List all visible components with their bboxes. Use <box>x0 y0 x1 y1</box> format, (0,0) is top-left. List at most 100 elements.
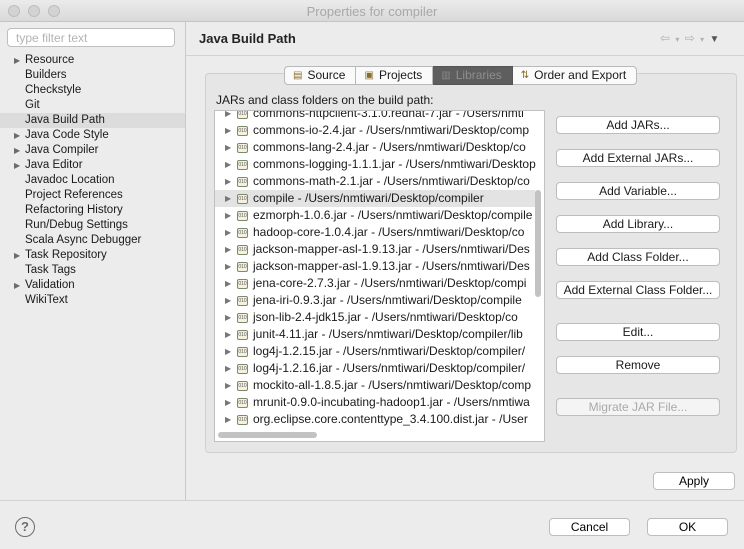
expand-arrow-icon[interactable]: ▶ <box>225 241 231 258</box>
ok-button[interactable]: OK <box>647 518 728 536</box>
tab-label: Projects <box>378 68 423 82</box>
view-menu-icon[interactable]: ▼ <box>710 34 721 45</box>
jar-path-label: junit-4.11.jar - /Users/nmtiwari/Desktop… <box>253 327 523 341</box>
expand-arrow-icon[interactable]: ▶ <box>225 275 231 292</box>
pane-divider[interactable] <box>185 22 186 500</box>
tab-label: Libraries <box>455 68 502 82</box>
cancel-button[interactable]: Cancel <box>549 518 630 536</box>
expand-arrow-icon[interactable]: ▶ <box>225 139 231 156</box>
forward-dropdown-icon[interactable]: ▾ <box>700 35 705 44</box>
tree-item-refactoring-history[interactable]: Refactoring History <box>0 203 186 218</box>
help-icon[interactable]: ? <box>15 517 35 537</box>
forward-arrow-icon[interactable]: ⇨ <box>685 31 696 45</box>
jar-list-item[interactable]: ▶ 010 mockito-all-1.8.5.jar - /Users/nmtiw… <box>215 377 535 394</box>
jar-list-item[interactable]: ▶ 010 mrunit-0.9.0-incubating-hadoop1.jar … <box>215 394 535 411</box>
jar-list-item[interactable]: ▶ 010 log4j-1.2.15.jar - /Users/nmtiwari/D… <box>215 343 535 360</box>
tree-item-label: Checkstyle <box>25 84 82 96</box>
tree-item-resource[interactable]: ▶ Resource <box>0 53 186 68</box>
expand-arrow-icon[interactable]: ▶ <box>225 292 231 309</box>
jar-list-item[interactable]: ▶ 010 jena-core-2.7.3.jar - /Users/nmtiwar… <box>215 275 535 292</box>
filter-input[interactable] <box>7 28 175 47</box>
jar-path-label: org.eclipse.core.contenttype_3.4.100.dis… <box>253 412 528 426</box>
tree-item-run-debug-settings[interactable]: Run/Debug Settings <box>0 218 186 233</box>
add-external-class-folder-button[interactable]: Add External Class Folder... <box>556 281 720 299</box>
expand-arrow-icon[interactable]: ▶ <box>225 111 231 122</box>
vertical-scrollbar[interactable] <box>535 190 541 297</box>
back-dropdown-icon[interactable]: ▾ <box>675 35 680 44</box>
jar-list-item[interactable]: ▶ 010 commons-math-2.1.jar - /Users/nmtiwa… <box>215 173 535 190</box>
jar-list-item[interactable]: ▶ 010 commons-logging-1.1.1.jar - /Users/n… <box>215 156 536 173</box>
jar-list-item[interactable]: ▶ 010 json-lib-2.4-jdk15.jar - /Users/nmti… <box>215 309 535 326</box>
tree-item-scala-async-debugger[interactable]: Scala Async Debugger <box>0 233 186 248</box>
expand-arrow-icon[interactable]: ▶ <box>225 377 231 394</box>
tab-source[interactable]: ▤ Source <box>284 66 357 85</box>
expand-arrow-icon[interactable]: ▶ <box>225 258 231 275</box>
jar-list-item[interactable]: ▶ 010 compile - /Users/nmtiwari/Desktop/co… <box>215 190 535 207</box>
expand-arrow-icon[interactable]: ▶ <box>225 156 231 173</box>
tree-item-label: Builders <box>25 69 67 81</box>
expand-arrow-icon[interactable]: ▶ <box>14 278 20 293</box>
tab-libraries[interactable]: ▥ Libraries <box>433 66 513 85</box>
edit-button[interactable]: Edit... <box>556 323 720 341</box>
apply-button[interactable]: Apply <box>653 472 735 490</box>
tree-item-javadoc-location[interactable]: Javadoc Location <box>0 173 186 188</box>
add-variable-button[interactable]: Add Variable... <box>556 182 720 200</box>
jar-list-item[interactable]: ▶ 010 jackson-mapper-asl-1.9.13.jar - /Use… <box>215 258 535 275</box>
tree-item-project-references[interactable]: Project References <box>0 188 186 203</box>
expand-arrow-icon[interactable]: ▶ <box>225 173 231 190</box>
tree-item-builders[interactable]: Builders <box>0 68 186 83</box>
back-arrow-icon[interactable]: ⇦ <box>660 31 671 45</box>
add-library-button[interactable]: Add Library... <box>556 215 720 233</box>
history-nav: ⇦ ▾ ⇨ ▾ ▼ <box>660 31 720 45</box>
tree-item-task-tags[interactable]: Task Tags <box>0 263 186 278</box>
header-separator <box>186 55 744 56</box>
tree-item-java-editor[interactable]: ▶ Java Editor <box>0 158 186 173</box>
migrate-jar-button[interactable]: Migrate JAR File... <box>556 398 720 416</box>
tree-item-java-code-style[interactable]: ▶ Java Code Style <box>0 128 186 143</box>
jar-list-item[interactable]: ▶ 010 commons-httpclient-3.1.0.redhat-7.ja… <box>215 110 535 122</box>
add-jars-button[interactable]: Add JARs... <box>556 116 720 134</box>
expand-arrow-icon[interactable]: ▶ <box>14 158 20 173</box>
expand-arrow-icon[interactable]: ▶ <box>225 224 231 241</box>
tree-item-wikitext[interactable]: WikiText <box>0 293 186 308</box>
tree-item-checkstyle[interactable]: Checkstyle <box>0 83 186 98</box>
jar-list-item[interactable]: ▶ 010 jackson-mapper-asl-1.9.13.jar - /Use… <box>215 241 535 258</box>
remove-button[interactable]: Remove <box>556 356 720 374</box>
jar-list-item[interactable]: ▶ 010 org.eclipse.core.contenttype_3.4.100… <box>215 411 535 428</box>
tree-item-label: Java Editor <box>25 159 83 171</box>
jar-list-item[interactable]: ▶ 010 jena-iri-0.9.3.jar - /Users/nmtiwari… <box>215 292 535 309</box>
tree-item-task-repository[interactable]: ▶ Task Repository <box>0 248 186 263</box>
expand-arrow-icon[interactable]: ▶ <box>225 122 231 139</box>
expand-arrow-icon[interactable]: ▶ <box>225 207 231 224</box>
jar-list-item[interactable]: ▶ 010 hadoop-core-1.0.4.jar - /Users/nmtiw… <box>215 224 535 241</box>
expand-arrow-icon[interactable]: ▶ <box>225 360 231 377</box>
tree-item-java-build-path[interactable]: Java Build Path <box>0 113 186 128</box>
jar-list[interactable]: ▶ 010 commons-httpclient-3.1.0.redhat-7.ja… <box>214 110 545 442</box>
tree-item-java-compiler[interactable]: ▶ Java Compiler <box>0 143 186 158</box>
expand-arrow-icon[interactable]: ▶ <box>14 128 20 143</box>
add-class-folder-button[interactable]: Add Class Folder... <box>556 248 720 266</box>
add-external-jars-button[interactable]: Add External JARs... <box>556 149 720 167</box>
expand-arrow-icon[interactable]: ▶ <box>225 411 231 428</box>
expand-arrow-icon[interactable]: ▶ <box>14 53 20 68</box>
expand-arrow-icon[interactable]: ▶ <box>225 190 231 207</box>
expand-arrow-icon[interactable]: ▶ <box>14 143 20 158</box>
jar-file-icon: 010 <box>237 347 248 357</box>
tree-item-validation[interactable]: ▶ Validation <box>0 278 186 293</box>
expand-arrow-icon[interactable]: ▶ <box>225 343 231 360</box>
tree-item-git[interactable]: Git <box>0 98 186 113</box>
tab-projects[interactable]: ▣ Projects <box>356 66 434 85</box>
horizontal-scrollbar[interactable] <box>218 432 317 438</box>
jar-list-item[interactable]: ▶ 010 commons-io-2.4.jar - /Users/nmtiwari… <box>215 122 535 139</box>
jar-list-item[interactable]: ▶ 010 log4j-1.2.16.jar - /Users/nmtiwari/D… <box>215 360 535 377</box>
jar-path-label: commons-httpclient-3.1.0.redhat-7.jar - … <box>253 110 524 120</box>
tab-order-and-export[interactable]: ⇅ Order and Export <box>512 66 638 85</box>
expand-arrow-icon[interactable]: ▶ <box>14 248 20 263</box>
expand-arrow-icon[interactable]: ▶ <box>225 394 231 411</box>
jar-list-item[interactable]: ▶ 010 commons-lang-2.4.jar - /Users/nmtiwa… <box>215 139 535 156</box>
expand-arrow-icon[interactable]: ▶ <box>225 326 231 343</box>
jar-list-item[interactable]: ▶ 010 junit-4.11.jar - /Users/nmtiwari/Des… <box>215 326 535 343</box>
tree-item-label: Project References <box>25 189 123 201</box>
jar-list-item[interactable]: ▶ 010 ezmorph-1.0.6.jar - /Users/nmtiwari/… <box>215 207 535 224</box>
expand-arrow-icon[interactable]: ▶ <box>225 309 231 326</box>
